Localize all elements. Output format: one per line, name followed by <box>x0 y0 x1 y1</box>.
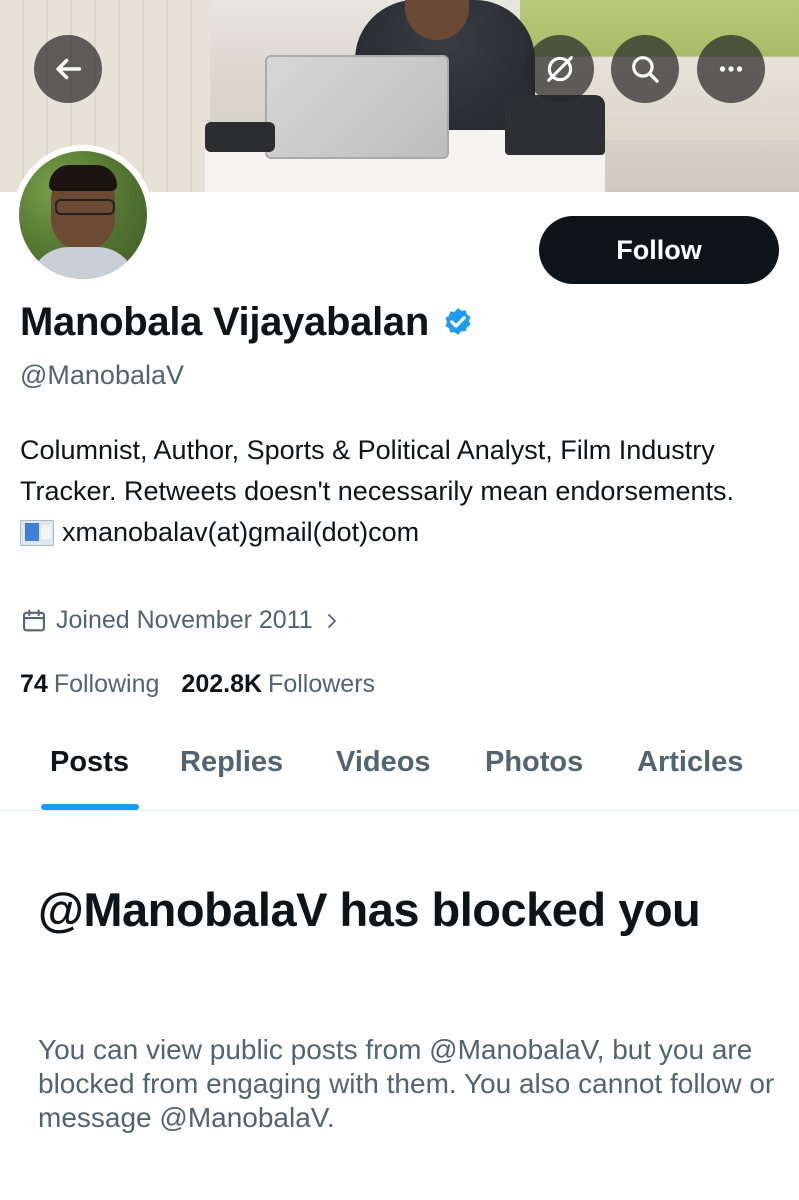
followers-label: Followers <box>268 670 376 698</box>
following-count: 74 <box>20 670 48 698</box>
more-button[interactable] <box>697 35 765 103</box>
bio-email: xmanobalav(at)gmail(dot)com <box>62 517 420 547</box>
profile-handle: @ManobalaV <box>20 360 185 390</box>
grok-button[interactable] <box>526 35 594 103</box>
search-icon <box>632 56 659 83</box>
display-name: Manobala Vijayabalan <box>20 300 429 344</box>
followers-count: 202.8K <box>181 670 263 698</box>
tab-posts[interactable]: Posts <box>50 746 129 779</box>
banner-desk-phone <box>505 95 605 155</box>
bio-email-row: xmanobalav(at)gmail(dot)com <box>20 512 780 553</box>
tab-videos[interactable]: Videos <box>336 746 431 779</box>
follow-stats: 74 Following 202.8K Followers <box>20 670 397 699</box>
following-label: Following <box>53 670 160 698</box>
avatar-shirt <box>29 247 137 279</box>
envelope-icon <box>20 519 54 546</box>
joined-label: Joined November 2011 <box>56 606 313 634</box>
back-button[interactable] <box>34 35 102 103</box>
followers-link[interactable]: 202.8K Followers <box>181 670 375 699</box>
slashed-circle-icon <box>547 56 573 82</box>
bio-text: Columnist, Author, Sports & Political An… <box>20 435 734 506</box>
name-row: Manobala Vijayabalan <box>20 300 475 345</box>
active-tab-indicator <box>41 804 139 810</box>
calendar-icon <box>23 608 45 631</box>
avatar-photo <box>19 151 147 279</box>
more-horizontal-icon <box>719 66 743 72</box>
chevron-right-icon <box>327 613 336 628</box>
following-link[interactable]: 74 Following <box>20 670 159 699</box>
blocked-title: @ManobalaV has blocked you <box>38 883 701 936</box>
blocked-message: You can view public posts from @Manobala… <box>38 1034 775 1133</box>
tab-articles[interactable]: Articles <box>637 746 743 779</box>
avatar-glasses <box>55 199 115 215</box>
arrow-left-icon <box>56 58 82 80</box>
verified-badge-icon[interactable] <box>441 306 475 340</box>
banner-laptop <box>265 55 449 159</box>
avatar[interactable] <box>13 145 153 285</box>
profile-bio: Columnist, Author, Sports & Political An… <box>20 430 780 553</box>
joined-date[interactable]: Joined November 2011 <box>20 606 349 635</box>
profile-tabs: Posts Replies Videos Photos Articles <box>0 728 799 811</box>
follow-button[interactable]: Follow <box>539 216 779 284</box>
search-button[interactable] <box>611 35 679 103</box>
avatar-hair <box>49 165 117 191</box>
tab-replies[interactable]: Replies <box>180 746 283 779</box>
banner-desk-phone-left <box>205 122 275 152</box>
tab-photos[interactable]: Photos <box>485 746 583 779</box>
